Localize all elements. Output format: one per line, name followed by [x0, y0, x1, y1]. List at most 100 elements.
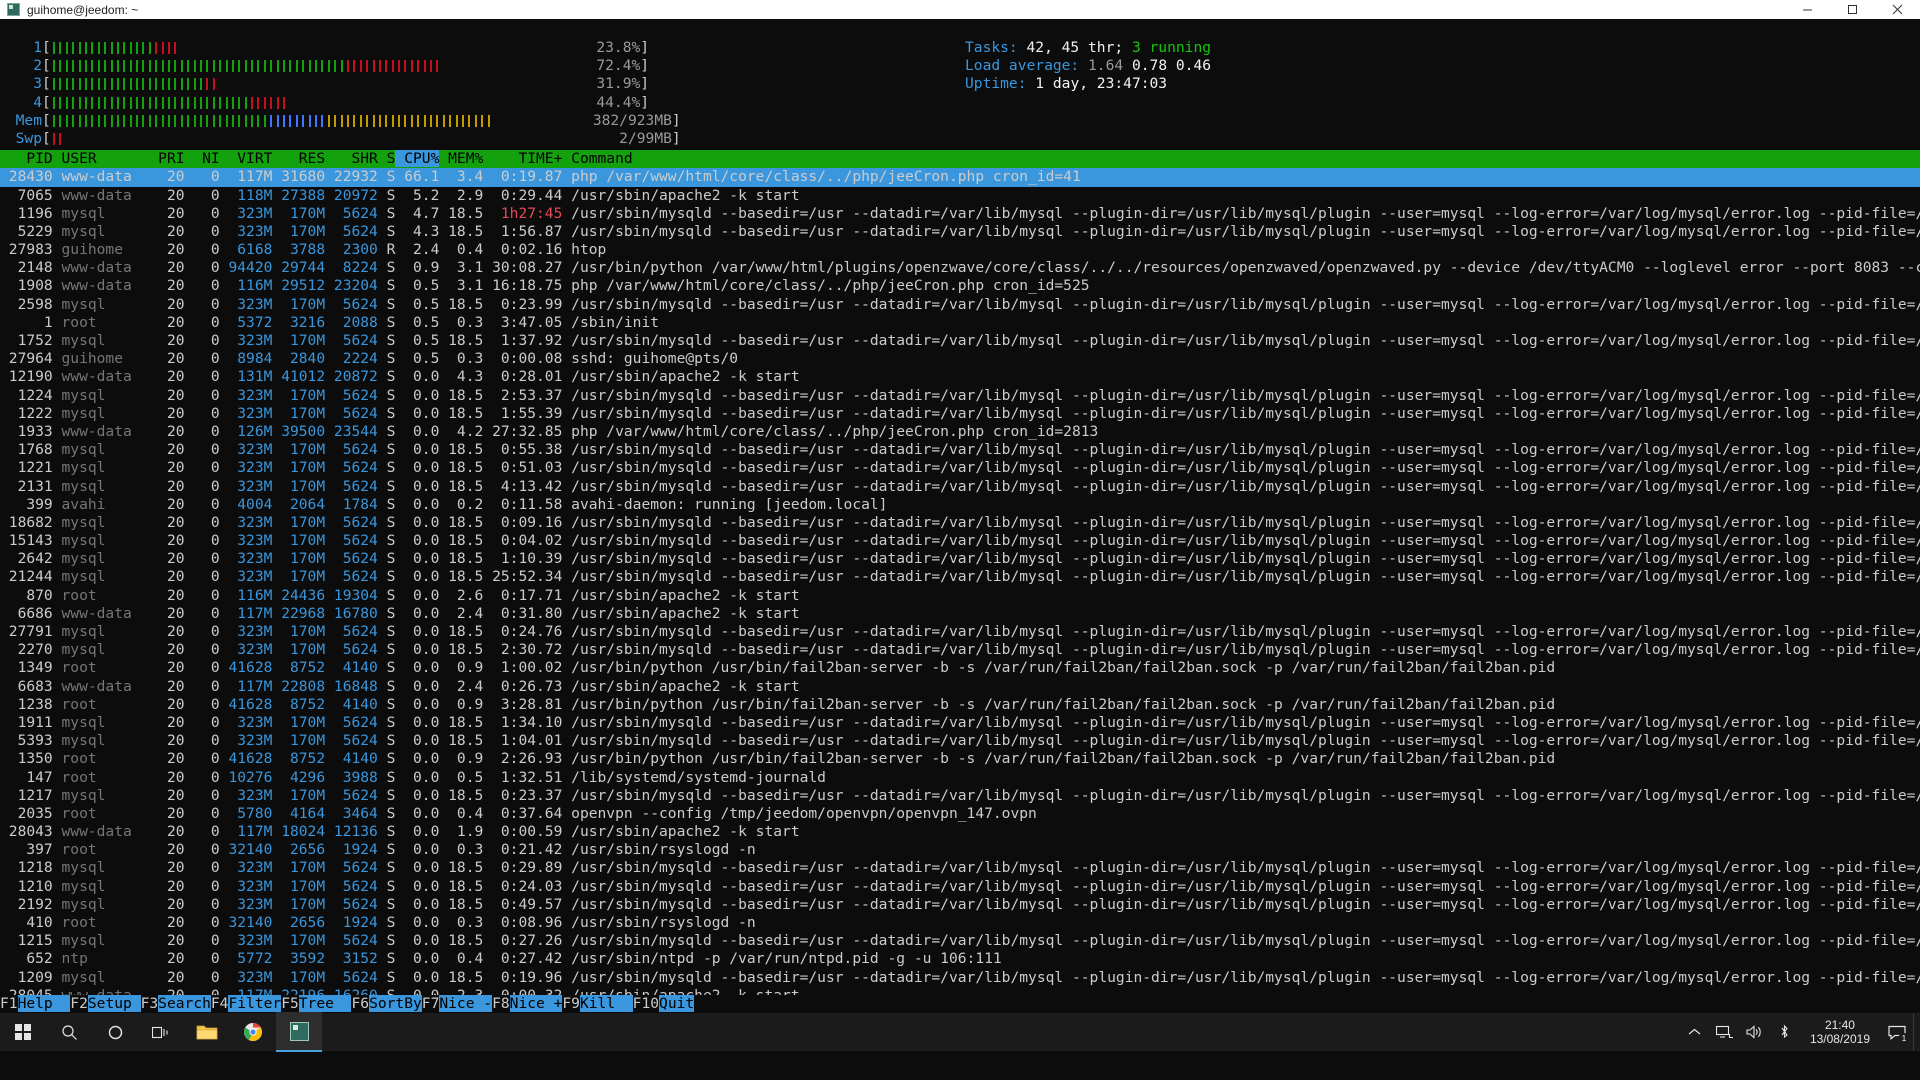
table-row[interactable]: 1209 mysql 20 0 323M 170M 5624 S 0.0 18.… [0, 969, 1920, 987]
table-row[interactable]: 18682 mysql 20 0 323M 170M 5624 S 0.0 18… [0, 514, 1920, 532]
table-row[interactable]: 6683 www-data 20 0 117M 22808 16848 S 0.… [0, 678, 1920, 696]
table-row[interactable]: 2148 www-data 20 0 94420 29744 8224 S 0.… [0, 259, 1920, 277]
fkey-label-f5[interactable]: Tree [298, 994, 352, 1012]
table-row[interactable]: 27791 mysql 20 0 323M 170M 5624 S 0.0 18… [0, 623, 1920, 641]
process-table[interactable]: PID USER PRI NI VIRT RES SHR S CPU% MEM%… [0, 150, 1920, 1023]
cell-state: S [377, 732, 396, 750]
start-button-icon[interactable] [0, 1013, 46, 1051]
table-row[interactable]: 147 root 20 0 10276 4296 3988 S 0.0 0.5 … [0, 769, 1920, 787]
table-row[interactable]: 1768 mysql 20 0 323M 170M 5624 S 0.0 18.… [0, 441, 1920, 459]
cell-mem: 0.2 [439, 495, 484, 513]
table-row[interactable]: 27983 guihome 20 0 6168 3788 2300 R 2.4 … [0, 241, 1920, 259]
fkey-f8[interactable]: F8 [492, 994, 510, 1012]
fkey-f2[interactable]: F2 [70, 994, 88, 1012]
table-row[interactable]: 1911 mysql 20 0 323M 170M 5624 S 0.0 18.… [0, 714, 1920, 732]
table-row[interactable]: 1215 mysql 20 0 323M 170M 5624 S 0.0 18.… [0, 932, 1920, 950]
table-row[interactable]: 7065 www-data 20 0 118M 27388 20972 S 5.… [0, 187, 1920, 205]
table-row[interactable]: 1350 root 20 0 41628 8752 4140 S 0.0 0.9… [0, 750, 1920, 768]
task-view-icon[interactable] [138, 1013, 184, 1051]
windows-taskbar[interactable]: 21:40 13/08/2019 1 [0, 1012, 1920, 1052]
search-icon[interactable] [46, 1013, 92, 1051]
table-row[interactable]: 6686 www-data 20 0 117M 22968 16780 S 0.… [0, 605, 1920, 623]
table-row[interactable]: 1752 mysql 20 0 323M 170M 5624 S 0.5 18.… [0, 332, 1920, 350]
fkey-f7[interactable]: F7 [421, 994, 440, 1012]
cell-mem: 18.5 [439, 386, 484, 404]
minimize-icon[interactable] [1785, 0, 1830, 19]
cell-command: sshd: guihome@pts/0 [562, 350, 739, 368]
notification-center-icon[interactable]: 1 [1880, 1013, 1914, 1051]
maximize-icon[interactable] [1830, 0, 1875, 19]
table-row[interactable]: 1196 mysql 20 0 323M 170M 5624 S 4.7 18.… [0, 205, 1920, 223]
table-row[interactable]: 15143 mysql 20 0 323M 170M 5624 S 0.0 18… [0, 532, 1920, 550]
table-row[interactable]: 1221 mysql 20 0 323M 170M 5624 S 0.0 18.… [0, 459, 1920, 477]
table-row[interactable]: 1210 mysql 20 0 323M 170M 5624 S 0.0 18.… [0, 878, 1920, 896]
taskbar-clock[interactable]: 21:40 13/08/2019 [1800, 1018, 1880, 1046]
function-key-bar[interactable]: F1Help F2Setup F3SearchF4FilterF5Tree F6… [0, 994, 1920, 1013]
fkey-label-f1[interactable]: Help [17, 994, 71, 1012]
terminal-taskbar-icon[interactable] [276, 1012, 322, 1052]
table-row[interactable]: 2598 mysql 20 0 323M 170M 5624 S 0.5 18.… [0, 296, 1920, 314]
fkey-f9[interactable]: F9 [562, 994, 580, 1012]
fkey-label-f3[interactable]: Search [158, 994, 211, 1012]
fkey-f10[interactable]: F10 [632, 994, 660, 1012]
table-row[interactable]: 2131 mysql 20 0 323M 170M 5624 S 0.0 18.… [0, 478, 1920, 496]
cell-cpu: 0.0 [395, 532, 440, 550]
table-row[interactable]: 2192 mysql 20 0 323M 170M 5624 S 0.0 18.… [0, 896, 1920, 914]
table-row[interactable]: 21244 mysql 20 0 323M 170M 5624 S 0.0 18… [0, 568, 1920, 586]
file-explorer-icon[interactable] [184, 1013, 230, 1051]
fkey-label-f8[interactable]: Nice + [509, 994, 563, 1012]
table-row[interactable]: 870 root 20 0 116M 24436 19304 S 0.0 2.6… [0, 587, 1920, 605]
table-row[interactable]: 1933 www-data 20 0 126M 39500 23544 S 0.… [0, 423, 1920, 441]
cell-mem: 0.5 [439, 768, 484, 786]
table-header-row[interactable]: PID USER PRI NI VIRT RES SHR S CPU% MEM%… [0, 150, 1920, 169]
table-row[interactable]: 1222 mysql 20 0 323M 170M 5624 S 0.0 18.… [0, 405, 1920, 423]
table-row[interactable]: 410 root 20 0 32140 2656 1924 S 0.0 0.3 … [0, 914, 1920, 932]
cell-user: mysql [52, 786, 141, 804]
google-chrome-icon[interactable] [230, 1013, 276, 1051]
table-row[interactable]: 399 avahi 20 0 4004 2064 1784 S 0.0 0.2 … [0, 496, 1920, 514]
table-row[interactable]: 2270 mysql 20 0 323M 170M 5624 S 0.0 18.… [0, 641, 1920, 659]
fkey-f5[interactable]: F5 [281, 994, 299, 1012]
tray-expand-icon[interactable] [1680, 1013, 1710, 1051]
table-row[interactable]: 5393 mysql 20 0 323M 170M 5624 S 0.0 18.… [0, 732, 1920, 750]
table-row[interactable]: 1 root 20 0 5372 3216 2088 S 0.5 0.3 3:4… [0, 314, 1920, 332]
cell-pri: 20 [140, 586, 185, 604]
table-row[interactable]: 397 root 20 0 32140 2656 1924 S 0.0 0.3 … [0, 841, 1920, 859]
window-titlebar[interactable]: guihome@jeedom: ~ [0, 0, 1920, 19]
fkey-f6[interactable]: F6 [351, 994, 370, 1012]
show-desktop-button[interactable] [1913, 1013, 1920, 1051]
table-row[interactable]: 1908 www-data 20 0 116M 29512 23204 S 0.… [0, 277, 1920, 295]
fkey-label-f9[interactable]: Kill [579, 994, 633, 1012]
table-row[interactable]: 652 ntp 20 0 5772 3592 3152 S 0.0 0.4 0:… [0, 950, 1920, 968]
cortana-icon[interactable] [92, 1013, 138, 1051]
table-row[interactable]: 28043 www-data 20 0 117M 18024 12136 S 0… [0, 823, 1920, 841]
fkey-label-f2[interactable]: Setup [87, 994, 141, 1012]
fkeys[interactable]: F1Help F2Setup F3SearchF4FilterF5Tree F6… [0, 994, 1920, 1013]
fkey-f1[interactable]: F1 [0, 994, 18, 1012]
network-icon[interactable] [1710, 1013, 1740, 1051]
volume-icon[interactable] [1740, 1013, 1770, 1051]
table-row[interactable]: 2035 root 20 0 5780 4164 3464 S 0.0 0.4 … [0, 805, 1920, 823]
table-row[interactable]: 2642 mysql 20 0 323M 170M 5624 S 0.0 18.… [0, 550, 1920, 568]
table-row[interactable]: 1349 root 20 0 41628 8752 4140 S 0.0 0.9… [0, 659, 1920, 677]
fkey-label-f6[interactable]: SortBy [369, 994, 422, 1012]
table-row[interactable]: 1238 root 20 0 41628 8752 4140 S 0.0 0.9… [0, 696, 1920, 714]
table-row[interactable]: 12190 www-data 20 0 131M 41012 20872 S 0… [0, 368, 1920, 386]
table-row[interactable]: 5229 mysql 20 0 323M 170M 5624 S 4.3 18.… [0, 223, 1920, 241]
fkey-label-f4[interactable]: Filter [228, 994, 282, 1012]
table-row[interactable]: 28430 www-data 20 0 117M 31680 22932 S 6… [0, 168, 1920, 187]
table-row[interactable]: 1218 mysql 20 0 323M 170M 5624 S 0.0 18.… [0, 859, 1920, 877]
cell-mem: 0.3 [439, 313, 484, 331]
terminal-window[interactable]: 1[23.8%] 2[72.4%] 3[31.9%] 4[44.4%] Mem[382/… [0, 19, 1920, 1052]
close-icon[interactable] [1875, 0, 1920, 19]
table-row[interactable]: 1224 mysql 20 0 323M 170M 5624 S 0.0 18.… [0, 387, 1920, 405]
table-row[interactable]: 27964 guihome 20 0 8984 2840 2224 S 0.5 … [0, 350, 1920, 368]
fkey-label-f7[interactable]: Nice - [439, 994, 493, 1012]
fkey-f4[interactable]: F4 [210, 994, 229, 1012]
cell-res: 3788 [272, 241, 326, 259]
table-row[interactable]: 1217 mysql 20 0 323M 170M 5624 S 0.0 18.… [0, 787, 1920, 805]
fkey-label-f10[interactable]: Quit [659, 994, 695, 1012]
bluetooth-icon[interactable] [1770, 1013, 1800, 1051]
fkey-f3[interactable]: F3 [140, 994, 159, 1012]
cell-pri: 20 [140, 204, 185, 222]
